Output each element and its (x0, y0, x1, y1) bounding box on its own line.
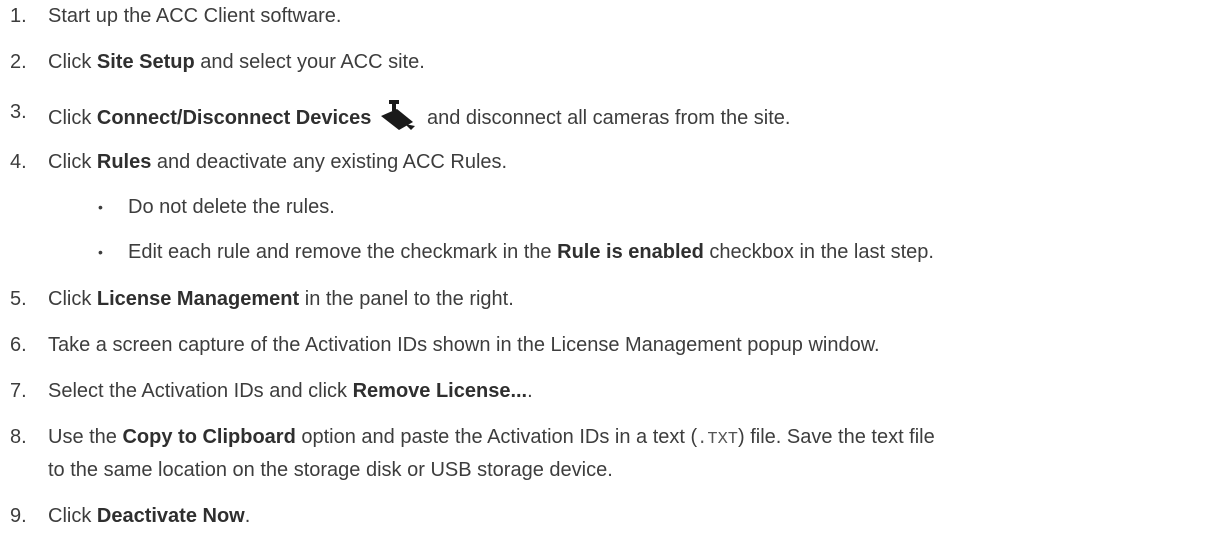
step-number: 9. (10, 505, 27, 527)
step-text: and disconnect all cameras from the site… (421, 107, 791, 129)
ui-term-connect-disconnect-devices: Connect/Disconnect Devices (96, 107, 372, 129)
step-text: . (527, 380, 533, 402)
step-number: 5. (10, 288, 27, 310)
step-text: Click (48, 151, 97, 173)
step-number: 7. (10, 380, 27, 402)
ui-term-remove-license: Remove License... (352, 380, 528, 402)
step-number: 8. (10, 426, 27, 448)
step-text: option and paste the Activation IDs in a… (295, 426, 698, 448)
step-text: and select your ACC site. (194, 51, 425, 73)
file-extension: .TXT (697, 430, 738, 449)
step-text: to the same location on the storage disk… (48, 459, 613, 481)
step-text: Click (48, 505, 97, 527)
ui-term-copy-to-clipboard: Copy to Clipboard (122, 426, 296, 448)
step-text: Start up the ACC Client software. (48, 5, 342, 27)
ui-term-deactivate-now: Deactivate Now (96, 505, 245, 527)
bullet-marker: • (98, 244, 103, 260)
bullet-marker: • (98, 199, 103, 215)
instruction-list: 1. Start up the ACC Client software. 2. … (0, 0, 1217, 542)
step-text: Take a screen capture of the Activation … (48, 334, 880, 356)
ui-term-rules: Rules (96, 151, 152, 173)
step-text: Use the (48, 426, 123, 448)
step-text: ) file. Save the text file (737, 426, 935, 448)
substep-text: Do not delete the rules. (128, 196, 335, 218)
substep-text: Edit each rule and remove the checkmark … (128, 241, 558, 263)
step-text: and deactivate any existing ACC Rules. (151, 151, 508, 173)
step-text: Select the Activation IDs and click (48, 380, 353, 402)
step-text: Click (48, 288, 97, 310)
step-text: in the panel to the right. (299, 288, 514, 310)
step-number: 4. (10, 151, 27, 173)
substep-text: checkbox in the last step. (703, 241, 934, 263)
step-number: 3. (10, 101, 27, 123)
step-number: 6. (10, 334, 27, 356)
camera-disconnect-icon (379, 100, 416, 136)
ui-term-license-management: License Management (96, 288, 300, 310)
ui-term-site-setup: Site Setup (96, 51, 195, 73)
step-number: 2. (10, 51, 27, 73)
ui-term-rule-is-enabled: Rule is enabled (557, 241, 704, 263)
step-number: 1. (10, 5, 27, 27)
step-text: . (244, 505, 251, 527)
step-text: Click (48, 107, 97, 129)
step-text: Click (48, 51, 97, 73)
